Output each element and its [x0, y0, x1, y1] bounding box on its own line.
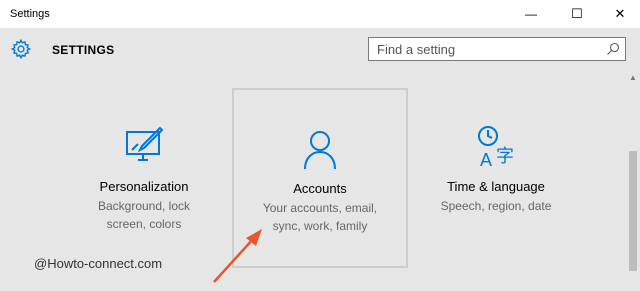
scrollbar[interactable]: ▲ [626, 73, 640, 291]
minimize-button[interactable]: — [508, 0, 554, 28]
personalization-icon [126, 126, 164, 161]
maximize-button[interactable]: ☐ [554, 0, 600, 28]
search-icon[interactable] [605, 41, 621, 57]
red-arrow-icon [213, 229, 262, 283]
person-icon [304, 131, 336, 170]
search-box[interactable] [368, 37, 626, 61]
gear-icon [10, 38, 32, 60]
scroll-thumb[interactable] [629, 151, 637, 271]
time-language-icon: A 字 [478, 126, 514, 170]
title-bar: Settings — ☐ ✕ [0, 0, 640, 28]
close-icon: ✕ [614, 6, 626, 21]
svg-text:A: A [480, 150, 492, 170]
watermark-text: @Howto-connect.com [34, 256, 163, 271]
window-title: Settings [10, 8, 50, 20]
tile-label: Time & language [447, 179, 545, 194]
tile-label: Accounts [293, 181, 347, 196]
tile-time-language[interactable]: A 字 Time & language Speech, region, date [430, 88, 562, 268]
tile-personalization[interactable]: Personalization Background, lock screen,… [78, 88, 210, 268]
tile-description: Background, lock screen, colors [97, 199, 191, 231]
tile-label: Personalization [99, 179, 189, 194]
close-button[interactable]: ✕ [600, 0, 640, 28]
minimize-icon: — [525, 7, 537, 21]
maximize-icon: ☐ [571, 6, 583, 21]
tile-description: Speech, region, date [440, 199, 552, 213]
page-title: SETTINGS [52, 43, 115, 57]
settings-header: SETTINGS [0, 28, 640, 73]
svg-text:字: 字 [496, 146, 514, 167]
scroll-up-icon[interactable]: ▲ [629, 73, 637, 82]
search-input[interactable] [369, 38, 597, 60]
